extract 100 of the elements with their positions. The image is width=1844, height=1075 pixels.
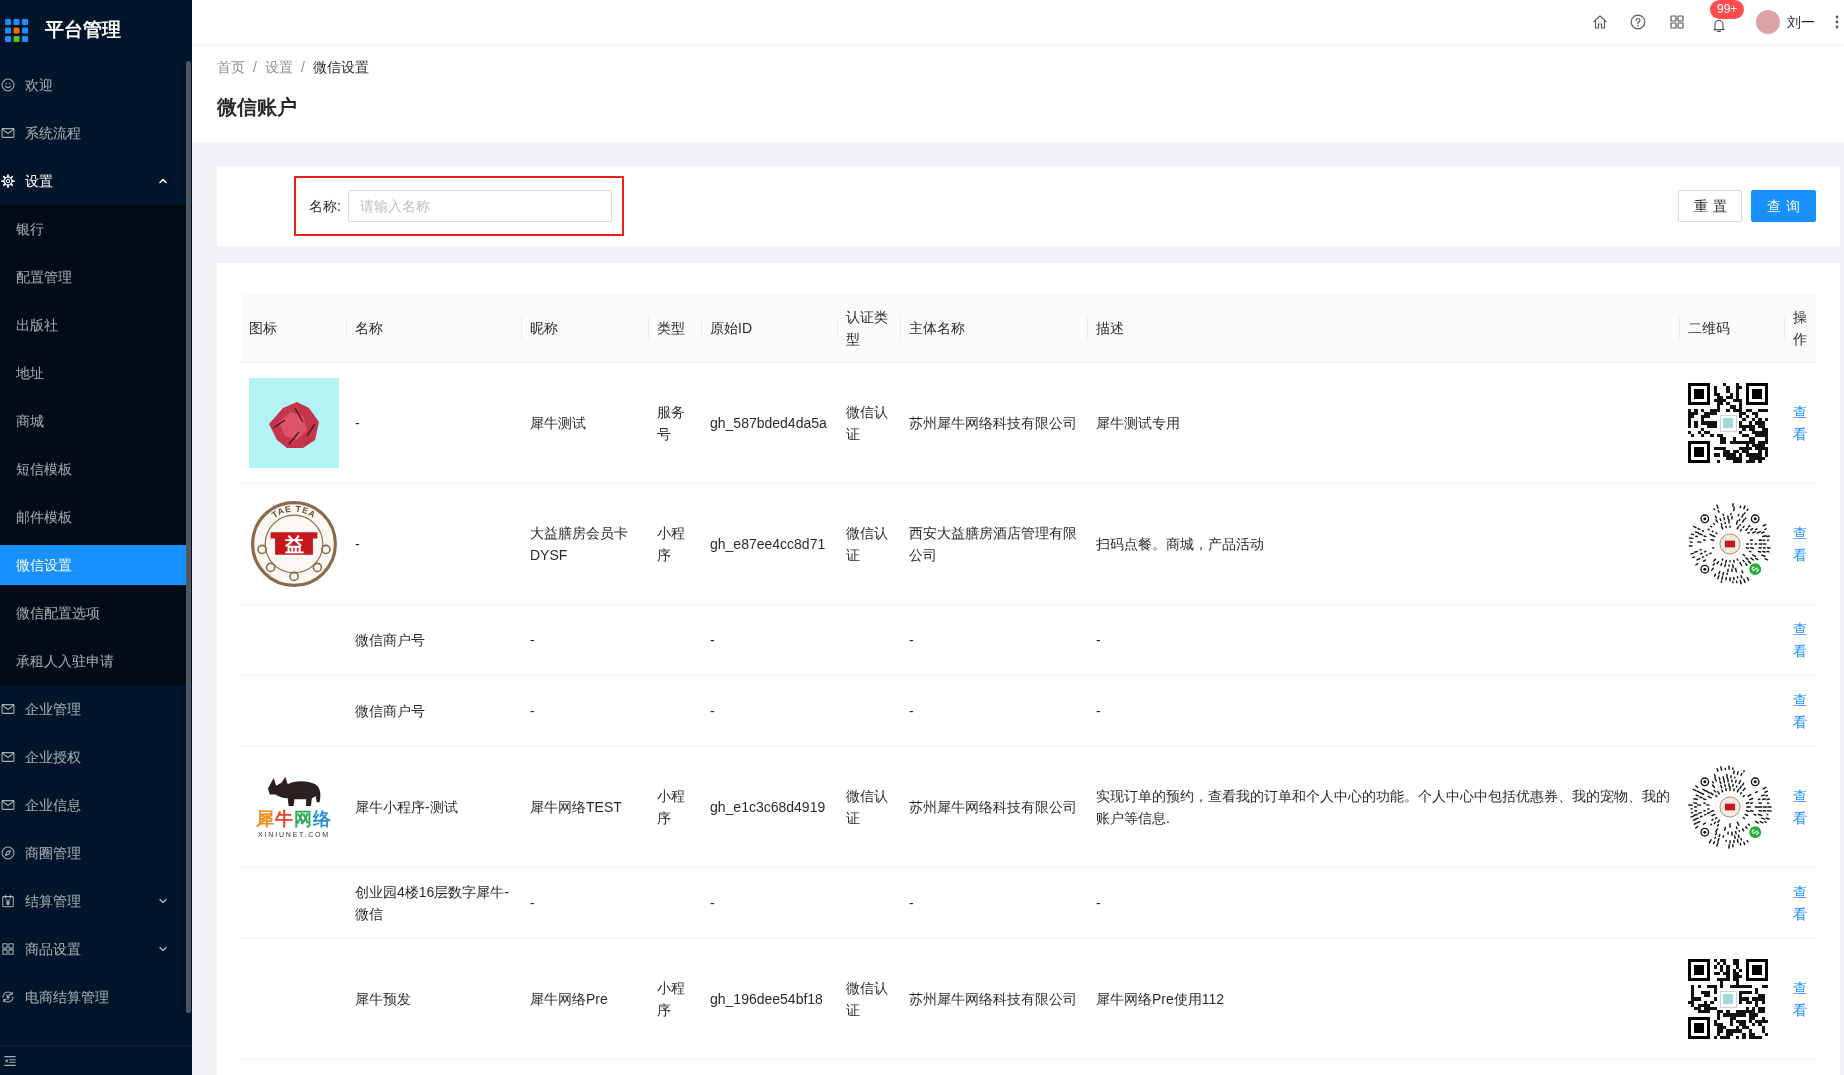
- table-cell: -: [1088, 604, 1680, 676]
- logo-text: 犀牛网络: [256, 808, 332, 830]
- logo-text: TAE TEA: [269, 503, 318, 520]
- sidebar-item[interactable]: 企业管理: [0, 689, 186, 729]
- table-cell: -: [901, 675, 1088, 747]
- table-cell: 实现订单的预约，查看我的订单和个人中心的功能。个人中心中包括优惠券、我的宠物、我的账户等信息.: [1088, 746, 1680, 868]
- table-cell: -: [347, 362, 522, 484]
- sidebar-item[interactable]: 商品设置: [0, 929, 186, 969]
- column-header: 认证类型: [838, 294, 901, 363]
- table-cell: 小程序: [649, 746, 702, 868]
- table-cell: 扫码点餐。商城，产品活动: [1088, 483, 1680, 605]
- breadcrumb-separator: /: [253, 58, 257, 77]
- page-title: 微信账户: [217, 95, 298, 120]
- compass-icon: [1, 846, 15, 860]
- sidebar-item[interactable]: 企业信息: [0, 785, 186, 825]
- table-cell: 犀牛测试专用: [1088, 362, 1680, 484]
- table-cell: -: [901, 604, 1088, 676]
- table-cell: 微信认证: [838, 483, 901, 605]
- table-cell: -: [522, 675, 649, 747]
- table-cell: 犀牛小程序-测试: [347, 746, 522, 868]
- grid-icon: [1, 942, 15, 956]
- user-name[interactable]: 刘一: [1787, 11, 1815, 33]
- field-label: 名称:: [309, 196, 341, 216]
- table-cell: 西安大益膳房酒店管理有限公司: [901, 483, 1088, 605]
- app-title: 平台管理: [45, 18, 121, 42]
- table-cell: 犀牛网络Pre: [522, 938, 649, 1060]
- table-cell: -: [702, 867, 838, 939]
- sidebar-item[interactable]: 欢迎: [0, 65, 186, 105]
- table-cell: -: [1088, 675, 1680, 747]
- mail-icon: [1, 702, 15, 716]
- sidebar-item[interactable]: 电商结算管理: [0, 977, 186, 1017]
- table-cell: 犀牛测试: [522, 362, 649, 484]
- chevron-up-icon: [158, 176, 168, 186]
- reset-button[interactable]: 重置: [1677, 190, 1743, 222]
- table-cell: gh_196dee54bf18: [702, 938, 838, 1060]
- submenu-item[interactable]: 邮件模板: [0, 497, 186, 537]
- column-header: 原始ID: [702, 294, 838, 363]
- notification-badge: 99+: [1710, 0, 1745, 19]
- logo-text: 益: [284, 534, 304, 556]
- name-input-field[interactable]: 请输入名称: [347, 190, 612, 222]
- column-header: 主体名称: [901, 294, 1088, 363]
- submenu-item[interactable]: 微信配置选项: [0, 593, 186, 633]
- table-cell: 创业园4楼16层数字犀牛-微信: [347, 867, 522, 939]
- sidebar-item[interactable]: 结算管理: [0, 881, 186, 921]
- column-header: 类型: [649, 294, 702, 363]
- rhino-icon: [265, 775, 323, 808]
- column-header: 图标: [241, 294, 347, 363]
- bell-icon[interactable]: [1711, 17, 1727, 33]
- table-cell: -: [901, 867, 1088, 939]
- home-icon[interactable]: [1592, 14, 1608, 30]
- table-cell: -: [702, 604, 838, 676]
- table-cell: -: [522, 604, 649, 676]
- mail-icon: [1, 798, 15, 812]
- submenu-item[interactable]: 商城: [0, 401, 186, 441]
- table-cell: 苏州犀牛网络科技有限公司: [901, 746, 1088, 868]
- smile-icon: [1, 78, 15, 92]
- sidebar-item[interactable]: 商圈管理: [0, 833, 186, 873]
- table-cell: 犀牛预发: [347, 938, 522, 1060]
- table-cell: 微信认证: [838, 362, 901, 484]
- table-cell: 微信商户号: [347, 604, 522, 676]
- breadcrumb-separator: /: [300, 58, 305, 77]
- scrollbar-thumb[interactable]: [186, 61, 191, 1013]
- column-header: 名称: [347, 294, 522, 363]
- table-cell: 苏州犀牛网络科技有限公司: [901, 938, 1088, 1060]
- submenu-item[interactable]: 出版社: [0, 305, 186, 345]
- sidebar-item[interactable]: 系统流程: [0, 113, 186, 153]
- submenu-item[interactable]: 地址: [0, 353, 186, 393]
- mail-icon: [1, 750, 15, 764]
- table-cell: -: [702, 675, 838, 747]
- chevron-down-icon: [158, 944, 168, 954]
- submenu-item[interactable]: 承租人入驻申请: [0, 641, 186, 681]
- table-cell: 微信商户号: [347, 675, 522, 747]
- sync-icon: [1, 990, 15, 1004]
- table-cell: gh_e87ee4cc8d71: [702, 483, 838, 605]
- table-cell: 苏州犀牛网络科技有限公司: [901, 362, 1088, 484]
- table-cell: gh_587bded4da5a: [702, 362, 838, 484]
- table-cell: 微信认证: [838, 746, 901, 868]
- submenu-item[interactable]: 银行: [0, 209, 186, 249]
- breadcrumb-item: 微信设置: [312, 58, 369, 77]
- table-cell: gh_e1c3c68d4919: [702, 746, 838, 868]
- submenu-item[interactable]: 短信模板: [0, 449, 186, 489]
- table-cell: -: [522, 867, 649, 939]
- table-cell: 大益膳房会员卡DYSF: [522, 483, 649, 605]
- column-header: 描述: [1088, 294, 1680, 363]
- table-cell: 犀牛网络TEST: [522, 746, 649, 868]
- more-icon[interactable]: [1834, 14, 1840, 30]
- table-cell: 犀牛网络Pre使用112: [1088, 938, 1680, 1060]
- help-icon[interactable]: [1630, 14, 1646, 30]
- submenu-item[interactable]: 配置管理: [0, 257, 186, 297]
- table-cell: -: [347, 483, 522, 605]
- menu-collapse-icon[interactable]: [3, 1053, 17, 1068]
- sidebar-item[interactable]: 设置: [0, 161, 186, 201]
- mail-icon: [1, 126, 15, 140]
- grid-icon[interactable]: [1669, 14, 1685, 30]
- gear-icon: [1, 174, 15, 188]
- chevron-down-icon: [158, 896, 168, 906]
- sidebar-item[interactable]: 企业授权: [0, 737, 186, 777]
- column-header: 昵称: [522, 294, 649, 363]
- calendar-icon: [1, 894, 15, 908]
- column-header: 二维码: [1680, 294, 1785, 363]
